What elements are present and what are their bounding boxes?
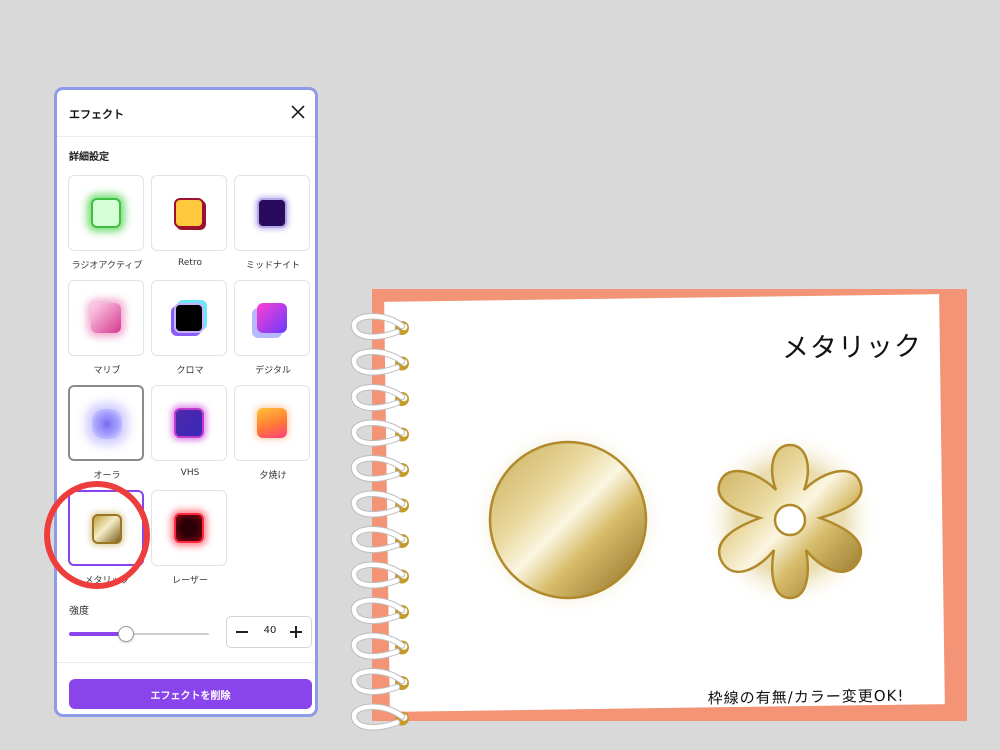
binding-ring [350,703,409,731]
effect-label: 夕焼け [259,471,287,481]
close-button[interactable] [289,103,307,121]
binding-ring [350,419,409,447]
effect-label: ミッドナイト [245,261,300,271]
effect-tile-vhs[interactable]: VHS [151,385,231,485]
effect-preview[interactable] [68,175,144,251]
highlight-circle [44,481,150,589]
metallic-flower [700,430,880,610]
effect-tile-radioactive[interactable]: ラジオアクティブ [68,175,148,275]
effect-label: VHS [180,468,200,478]
binding-ring [350,490,409,518]
strength-value[interactable]: 40 [255,625,285,636]
effect-preview[interactable] [151,175,227,251]
effect-tile-laser[interactable]: レーザー [151,490,231,590]
strength-slider[interactable] [69,626,209,642]
effect-preview[interactable] [234,175,310,251]
effect-tile-malibu[interactable]: マリブ [68,280,148,380]
binding-ring [350,455,409,483]
effect-preview[interactable] [234,385,310,461]
midnight-swatch [257,198,287,228]
binding-ring [350,632,409,660]
notebook-illustration: メタリック 枠線の有無/カラー変更OK! [345,280,1000,750]
effect-tile-chroma[interactable]: クロマ [151,280,231,380]
effect-tile-sunset[interactable]: 夕焼け [234,385,314,485]
effect-preview[interactable] [68,280,144,356]
effect-preview[interactable] [151,385,227,461]
spiral-rings [350,313,409,731]
panel-title: エフェクト [69,108,124,121]
aura-swatch [92,409,122,439]
effect-label: Retro [178,258,202,268]
slider-fill [69,632,125,636]
sunset-swatch [257,408,287,438]
effect-label: レーザー [172,576,208,586]
strength-stepper: 40 [226,616,312,648]
increment-button[interactable] [283,617,309,647]
effect-label: マリブ [93,366,121,376]
laser-swatch [174,513,204,543]
malibu-swatch [91,303,121,333]
effect-label: デジタル [255,366,291,376]
vhs-swatch [174,408,204,438]
effect-label: クロマ [176,366,204,376]
retro-swatch [174,198,204,228]
close-icon [291,105,305,119]
effect-tile-aura[interactable]: オーラ [68,385,148,485]
effect-label: ラジオアクティブ [71,261,143,271]
decrement-button[interactable] [229,617,255,647]
metallic-circle [488,440,648,600]
digital-swatch [257,303,287,333]
binding-ring [350,561,409,589]
binding-ring [350,597,409,625]
remove-effect-button[interactable]: エフェクトを削除 [69,679,312,709]
panel-divider [57,662,315,663]
metallic-shapes [470,422,880,618]
section-title: 詳細設定 [69,152,109,163]
binding-ring [350,668,409,696]
effect-preview[interactable] [234,280,310,356]
effect-tile-digital[interactable]: デジタル [234,280,314,380]
effect-label: オーラ [93,471,121,481]
binding-ring [350,348,409,376]
effect-tile-midnight[interactable]: ミッドナイト [234,175,314,275]
strength-label: 強度 [69,606,89,617]
binding-ring [350,313,409,341]
effect-preview[interactable] [68,385,144,461]
panel-header: エフェクト [57,90,315,137]
slider-thumb[interactable] [118,626,134,642]
effect-preview[interactable] [151,490,227,566]
binding-ring [350,384,409,412]
effects-panel: エフェクト 詳細設定 ラジオアクティブ Retro ミッドナイト マリブ クロマ… [54,87,318,717]
effect-tile-retro[interactable]: Retro [151,175,231,275]
effect-preview[interactable] [151,280,227,356]
binding-ring [350,526,409,554]
chroma-swatch [174,303,204,333]
radioactive-swatch [91,198,121,228]
